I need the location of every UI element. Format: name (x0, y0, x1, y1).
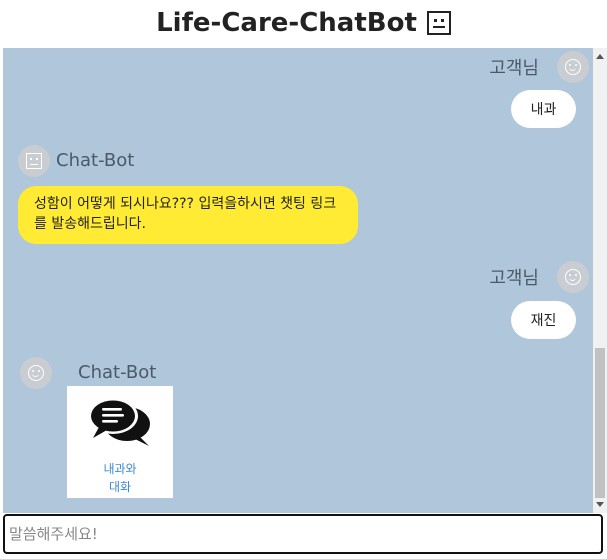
bot-avatar (20, 357, 52, 389)
card-label-line1: 내과와 (103, 462, 137, 476)
user-sender-name: 고객님 (489, 268, 539, 289)
chat-link-card[interactable]: 내과와 대화 (67, 386, 173, 498)
user-avatar (557, 51, 589, 83)
scroll-up-arrow-icon[interactable] (596, 54, 604, 59)
bot-message-bubble: 성함이 어떻게 되시나요??? 입력을하시면 챗팅 링크를 발송해드립니다. (18, 186, 358, 244)
user-message-text: 내과 (530, 102, 557, 118)
chat-bubbles-icon (88, 398, 150, 446)
bot-message-text: 성함이 어떻게 되시나요??? 입력을하시면 챗팅 링크를 발송해드립니다. (34, 196, 337, 232)
user-message-bubble: 내과 (511, 90, 576, 128)
smiley-icon (565, 269, 581, 285)
bot-avatar (18, 145, 50, 177)
page-title: Life-Care-ChatBot (156, 8, 417, 38)
smiley-icon (565, 59, 581, 75)
card-link-label[interactable]: 내과와 대화 (67, 460, 173, 496)
user-message-bubble: 재진 (511, 301, 576, 339)
robot-face-icon (426, 11, 451, 35)
bot-sender-name: Chat-Bot (78, 362, 157, 383)
card-label-line2: 대화 (108, 480, 132, 494)
chat-scrollbar[interactable] (593, 48, 607, 513)
scroll-down-arrow-icon[interactable] (596, 502, 604, 507)
message-input[interactable] (3, 514, 603, 554)
smiley-icon (28, 365, 44, 381)
scrollbar-thumb[interactable] (595, 348, 605, 498)
user-avatar (557, 261, 589, 293)
robot-icon (26, 153, 42, 169)
user-message-text: 재진 (530, 313, 557, 329)
app-title-bar: Life-Care-ChatBot (0, 0, 607, 46)
user-sender-name: 고객님 (489, 58, 539, 79)
bot-sender-name: Chat-Bot (56, 150, 135, 171)
chat-window[interactable]: 고객님 내과 Chat-Bot 성함이 어떻게 되시나요??? 입력을하시면 챗… (3, 48, 593, 513)
